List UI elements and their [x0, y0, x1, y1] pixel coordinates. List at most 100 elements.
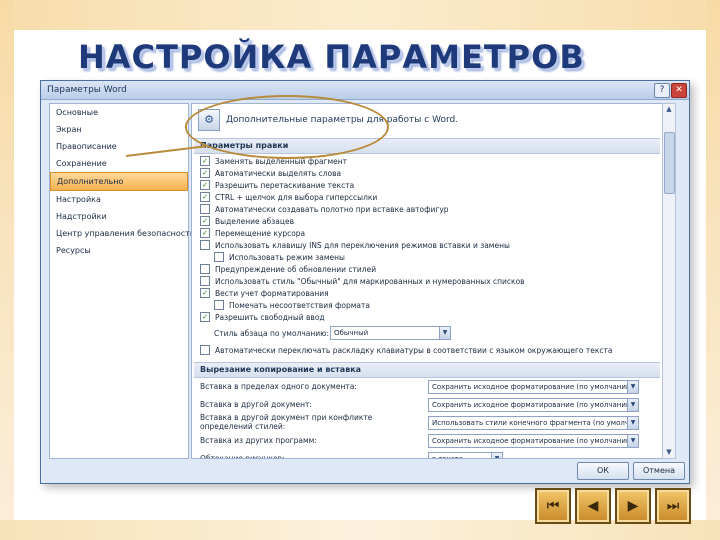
paste-row-label: Вставка в другой документ: [200, 400, 312, 409]
nav-item[interactable]: Ресурсы [50, 242, 188, 259]
slide-frame-left [0, 0, 14, 540]
paste-row-combo[interactable]: Сохранить исходное форматирование (по ум… [428, 434, 639, 448]
slide-frame-right [706, 0, 720, 540]
checkbox[interactable] [214, 300, 224, 310]
edit-option[interactable]: ✓ Перемещение курсора [200, 228, 305, 238]
edit-option-label: Помечать несоответствия формата [229, 300, 370, 310]
edit-option-label: Предупреждение об обновлении стилей [215, 264, 377, 274]
last-icon: ⏭ [666, 498, 680, 514]
edit-option[interactable]: ✓ Разрешить перетаскивание текста [200, 180, 354, 190]
edit-option-label: CTRL + щелчок для выбора гиперссылки [215, 192, 378, 202]
checkbox-checked[interactable]: ✓ [200, 216, 210, 226]
chevron-down-icon: ▼ [627, 417, 638, 429]
help-button[interactable]: ? [654, 83, 670, 98]
edit-option[interactable]: ✓ CTRL + щелчок для выбора гиперссылки [200, 192, 377, 202]
edit-option-label: Использовать стиль "Обычный" для маркиро… [215, 276, 525, 286]
edit-option[interactable]: Автоматически создавать полотно при вста… [200, 204, 449, 214]
paste-row-value: Использовать стили конечного фрагмента (… [432, 419, 639, 427]
edit-option-label: Разрешить перетаскивание текста [215, 180, 355, 190]
chevron-down-icon: ▼ [439, 327, 450, 339]
section-cut-copy-paste: Вырезание копирование и вставка [194, 362, 660, 378]
edit-option-label: Использовать режим замены [229, 252, 345, 262]
chevron-down-icon: ▼ [627, 381, 638, 393]
close-button[interactable]: ✕ [671, 83, 687, 98]
next-icon: ▶ [627, 498, 639, 514]
checkbox-checked[interactable]: ✓ [200, 180, 210, 190]
checkbox[interactable] [214, 252, 224, 262]
auto-switch-label: Автоматически переключать раскладку клав… [215, 345, 613, 355]
nav-item[interactable]: Сохранение [50, 155, 188, 172]
scroll-down-icon[interactable]: ▼ [663, 447, 675, 458]
paste-row-value: Сохранить исходное форматирование (по ум… [432, 383, 635, 391]
edit-option[interactable]: Использовать режим замены [214, 252, 345, 262]
paste-row-combo[interactable]: в тексте ▼ [428, 452, 503, 459]
auto-switch-option[interactable]: Автоматически переключать раскладку клав… [200, 345, 613, 355]
dialog-titlebar: Параметры Word [41, 81, 689, 100]
edit-option-label: Выделение абзацев [215, 216, 294, 226]
checkbox-checked[interactable]: ✓ [200, 312, 210, 322]
nav-item[interactable]: Надстройки [50, 208, 188, 225]
paste-row-combo[interactable]: Использовать стили конечного фрагмента (… [428, 416, 639, 430]
ok-button[interactable]: ОК [577, 462, 629, 480]
scroll-up-icon[interactable]: ▲ [663, 104, 675, 115]
chevron-down-icon: ▼ [491, 453, 502, 458]
scroll-thumb[interactable] [664, 132, 675, 194]
slide-title: НАСТРОЙКА ПАРАМЕТРОВ [78, 38, 585, 76]
edit-option[interactable]: Помечать несоответствия формата [214, 300, 370, 310]
edit-option-label: Разрешить свободный ввод [215, 312, 325, 322]
checkbox-checked[interactable]: ✓ [200, 192, 210, 202]
checkbox-checked[interactable]: ✓ [200, 228, 210, 238]
style-label-row: Стиль абзаца по умолчанию: [200, 329, 329, 338]
edit-option-label: Использовать клавишу INS для переключени… [215, 240, 510, 250]
edit-option[interactable]: ✓ Разрешить свободный ввод [200, 312, 325, 322]
checkbox-checked[interactable]: ✓ [200, 156, 210, 166]
last-slide-button[interactable]: ⏭ [655, 488, 691, 524]
nav-item[interactable]: Экран [50, 121, 188, 138]
nav-item[interactable]: Дополнительно [50, 172, 188, 191]
highlight-oval [185, 95, 389, 159]
edit-option[interactable]: ✓ Автоматически выделять слова [200, 168, 341, 178]
previous-slide-button[interactable]: ◀ [575, 488, 611, 524]
paste-row-value: Сохранить исходное форматирование (по ум… [432, 401, 635, 409]
chevron-down-icon: ▼ [627, 399, 638, 411]
checkbox[interactable] [200, 345, 210, 355]
dialog-title: Параметры Word [47, 85, 127, 95]
checkbox[interactable] [200, 264, 210, 274]
slide-nav-buttons: ⏮ ◀ ▶ ⏭ [535, 488, 691, 524]
checkbox[interactable] [200, 240, 210, 250]
cancel-button[interactable]: Отмена [633, 462, 685, 480]
checkbox-checked[interactable]: ✓ [200, 168, 210, 178]
paste-row-label: Обтекание рисунков: [200, 454, 285, 459]
checkbox[interactable] [200, 276, 210, 286]
edit-option[interactable]: ✓ Вести учет форматирования [200, 288, 329, 298]
slide-frame-top [0, 0, 720, 30]
style-default-label: Стиль абзаца по умолчанию: [214, 329, 329, 338]
paste-row-label: Вставка в другой документ при конфликте … [200, 413, 373, 431]
edit-option[interactable]: Использовать стиль "Обычный" для маркиро… [200, 276, 525, 286]
edit-option[interactable]: Использовать клавишу INS для переключени… [200, 240, 510, 250]
style-default-combo[interactable]: Обычный ▼ [330, 326, 451, 340]
paste-row-value: Сохранить исходное форматирование (по ум… [432, 437, 635, 445]
previous-icon: ◀ [587, 498, 599, 514]
paste-row-combo[interactable]: Сохранить исходное форматирование (по ум… [428, 398, 639, 412]
paste-row-label: Вставка из других программ: [200, 436, 317, 445]
chevron-down-icon: ▼ [627, 435, 638, 447]
nav-item[interactable]: Основные [50, 104, 188, 121]
paste-row-value: в тексте [432, 455, 464, 459]
first-slide-button[interactable]: ⏮ [535, 488, 571, 524]
checkbox[interactable] [200, 204, 210, 214]
edit-option-label: Вести учет форматирования [215, 288, 329, 298]
nav-item[interactable]: Правописание [50, 138, 188, 155]
paste-row-label: Вставка в пределах одного документа: [200, 382, 357, 391]
edit-option[interactable]: Предупреждение об обновлении стилей [200, 264, 376, 274]
checkbox-checked[interactable]: ✓ [200, 288, 210, 298]
edit-option[interactable]: ✓ Выделение абзацев [200, 216, 294, 226]
next-slide-button[interactable]: ▶ [615, 488, 651, 524]
first-icon: ⏮ [546, 498, 560, 514]
edit-option-label: Автоматически выделять слова [215, 168, 342, 178]
paste-row-combo[interactable]: Сохранить исходное форматирование (по ум… [428, 380, 639, 394]
nav-item[interactable]: Центр управления безопасностью [50, 225, 201, 242]
nav-item[interactable]: Настройка [50, 191, 188, 208]
content-scrollbar[interactable]: ▲ ▼ [662, 103, 676, 459]
edit-option-label: Перемещение курсора [215, 228, 306, 238]
